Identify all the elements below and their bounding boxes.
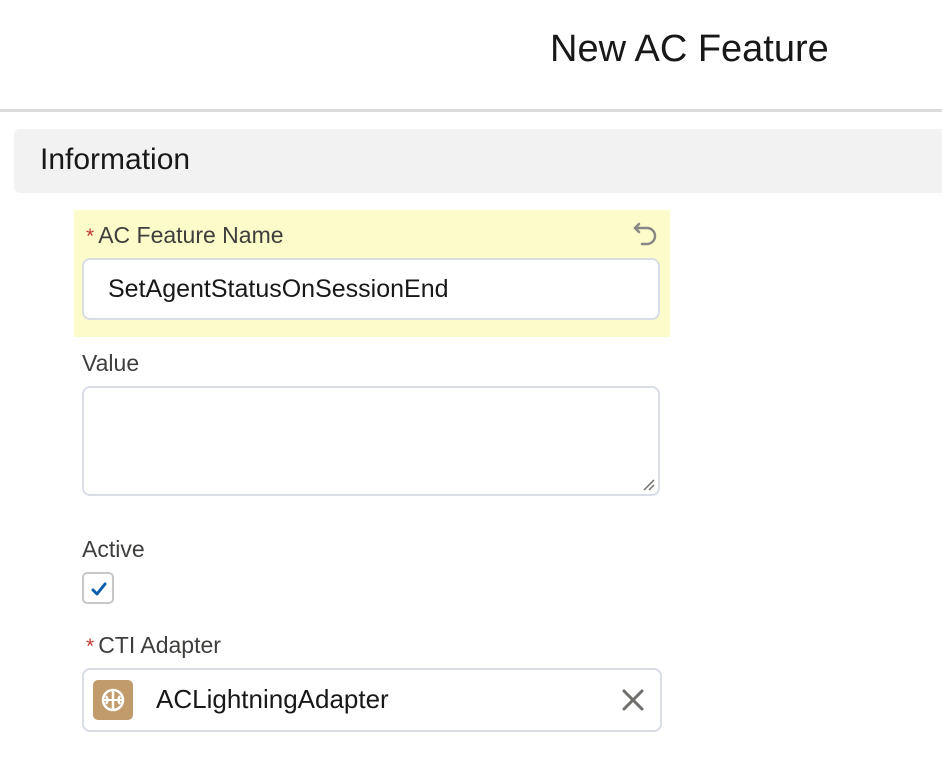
cti-adapter-label-text: CTI Adapter: [98, 632, 221, 658]
cti-adapter-value[interactable]: ACLightningAdapter: [156, 684, 389, 715]
feature-name-label: * AC Feature Name: [86, 222, 284, 249]
active-label: Active: [82, 536, 145, 562]
cti-adapter-lookup[interactable]: ACLightningAdapter: [82, 668, 662, 732]
required-marker: *: [86, 225, 95, 248]
modal-header: New AC Feature: [0, 0, 942, 112]
value-textarea[interactable]: [82, 386, 660, 496]
feature-name-value: SetAgentStatusOnSessionEnd: [108, 275, 449, 303]
feature-name-label-text: AC Feature Name: [98, 222, 284, 248]
undo-icon[interactable]: [632, 218, 660, 246]
value-label: Value: [82, 350, 140, 376]
required-marker: *: [86, 635, 95, 658]
modal-title: New AC Feature: [550, 28, 829, 70]
cti-adapter-label: * CTI Adapter: [86, 632, 221, 659]
section-header-information[interactable]: Information: [14, 129, 942, 193]
section-title: Information: [40, 143, 191, 176]
checkmark-icon: [91, 582, 107, 596]
resize-handle-icon[interactable]: [640, 476, 656, 492]
close-icon[interactable]: [620, 687, 646, 713]
active-checkbox[interactable]: [82, 572, 114, 604]
call-center-icon: [93, 680, 133, 720]
feature-name-input[interactable]: SetAgentStatusOnSessionEnd: [82, 258, 660, 320]
modal: New AC Feature Information * AC Feature N…: [0, 0, 942, 760]
